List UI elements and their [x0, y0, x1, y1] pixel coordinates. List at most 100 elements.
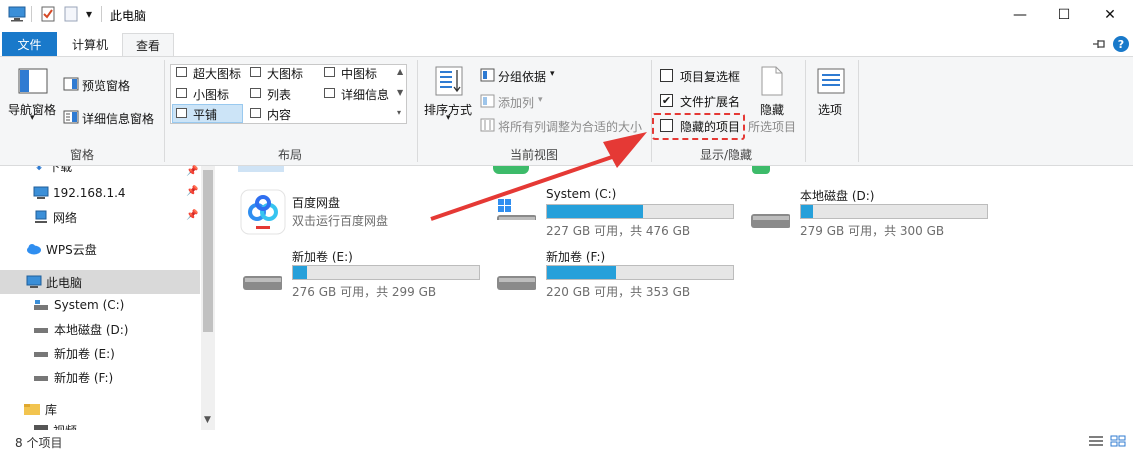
partial-row-remnant [238, 166, 358, 174]
show-hide-group-label: 显示/隐藏 [700, 148, 753, 162]
annotation-arrow [430, 132, 647, 221]
item-count: 8 个项目 [15, 436, 63, 450]
gallery-scroll-up-icon[interactable]: ▲ [397, 67, 403, 76]
details-icon [324, 88, 335, 98]
usage-bar-fill [801, 205, 813, 218]
panes-group-label: 窗格 [70, 148, 95, 162]
usage-bar [546, 265, 734, 280]
options-icon [817, 68, 845, 94]
ribbon-separator [417, 60, 418, 162]
nav-item-downloads[interactable]: ⬇ 下载 [0, 166, 200, 178]
ribbon-separator [858, 60, 859, 162]
nav-item-wps-cloud[interactable]: WPS云盘 [0, 237, 200, 261]
layout-content[interactable]: 内容 [267, 106, 291, 123]
layout-group-label: 布局 [278, 148, 303, 162]
qat-dropdown-icon[interactable]: ▾ [86, 7, 92, 21]
cloud-icon [27, 244, 41, 255]
tile-subtitle: 276 GB 可用，共 299 GB [292, 285, 437, 299]
nav-item-new-volume-f[interactable]: 新加卷 (F:) [0, 365, 200, 389]
minimize-button[interactable]: — [997, 0, 1043, 30]
add-column-dropdown-icon[interactable]: ▾ [538, 95, 543, 105]
tiles-icon [176, 108, 187, 118]
preview-pane-icon [63, 77, 79, 91]
sort-by-icon [435, 66, 463, 96]
layout-small-icons[interactable]: 小图标 [193, 86, 229, 103]
options-button[interactable]: 选项 [818, 101, 842, 118]
tile-name: 本地磁盘 (D:) [800, 189, 875, 203]
extra-large-icons-icon [176, 67, 187, 77]
system-drive-icon [34, 300, 48, 310]
details-pane-button[interactable]: 详细信息窗格 [82, 110, 154, 127]
navigation-pane-icon [18, 68, 48, 94]
nav-item-new-volume-e[interactable]: 新加卷 (E:) [0, 341, 200, 365]
layout-extra-large-icons[interactable]: 超大图标 [193, 65, 241, 82]
computer-icon[interactable] [8, 6, 26, 22]
group-by-dropdown-icon[interactable]: ▾ [550, 69, 555, 79]
nav-item-network-location[interactable]: 192.168.1.4 [0, 181, 200, 205]
window-title: 此电脑 [110, 9, 147, 23]
usage-bar-fill [293, 266, 307, 279]
tile-subtitle: 双击运行百度网盘 [292, 214, 389, 228]
nav-pane-dropdown-icon[interactable]: ▾ [30, 113, 35, 123]
qat-divider [31, 6, 32, 22]
gallery-more-icon[interactable]: ▾ [397, 108, 401, 117]
tab-computer[interactable]: 计算机 [62, 33, 118, 56]
drive-icon [751, 214, 790, 228]
hide-selected-button-label-2: 所选项目 [748, 120, 797, 134]
layout-list[interactable]: 列表 [267, 86, 291, 103]
tile-subtitle: 220 GB 可用，共 353 GB [546, 285, 691, 299]
properties-icon[interactable] [41, 6, 56, 22]
usage-bar-fill [547, 266, 616, 279]
pin-icon[interactable]: 📌 [186, 210, 198, 221]
pin-icon[interactable]: 📌 [186, 166, 198, 177]
status-bar [0, 430, 1133, 454]
tile-subtitle: 279 GB 可用，共 300 GB [800, 224, 945, 238]
nav-item-network[interactable]: 网络 [0, 205, 200, 229]
nav-item-this-pc[interactable]: 此电脑 [0, 270, 200, 294]
add-column-icon [480, 94, 495, 108]
drive-icon [243, 276, 282, 290]
tab-view[interactable]: 查看 [122, 33, 174, 56]
hidden-items-highlight-box [652, 113, 745, 140]
this-pc-icon [26, 275, 42, 288]
tile-name: 新加卷 (F:) [546, 250, 606, 264]
help-icon[interactable]: ? [1113, 36, 1129, 52]
ribbon-separator [164, 60, 165, 162]
file-extensions-label: 文件扩展名 [680, 95, 741, 109]
layout-medium-icons[interactable]: 中图标 [341, 65, 377, 82]
nav-scrollbar-thumb[interactable] [203, 170, 213, 332]
preview-pane-button[interactable]: 预览窗格 [82, 77, 130, 94]
network-icon [35, 210, 47, 223]
drive-icon [34, 352, 48, 357]
group-by-icon [480, 68, 495, 82]
nav-item-videos[interactable]: 视频 [0, 420, 200, 430]
gallery-scroll-down-icon[interactable]: ▼ [397, 88, 403, 97]
maximize-button[interactable]: ☐ [1041, 0, 1087, 30]
layout-large-icons[interactable]: 大图标 [267, 65, 303, 82]
large-icons-view-icon[interactable] [1110, 435, 1126, 447]
details-view-icon[interactable] [1088, 435, 1104, 447]
usage-bar [292, 265, 480, 280]
baidu-netdisk-icon [240, 189, 286, 235]
nav-item-libraries[interactable]: 库 [0, 397, 200, 421]
close-button[interactable]: ✕ [1087, 0, 1133, 30]
item-checkboxes-label: 项目复选框 [680, 70, 741, 84]
pin-icon[interactable]: 📌 [186, 186, 198, 197]
layout-tiles[interactable]: 平铺 [193, 106, 217, 123]
group-by-button[interactable]: 分组依据 [498, 68, 546, 85]
add-column-button[interactable]: 添加列 [498, 94, 534, 111]
item-checkboxes-checkbox[interactable] [660, 69, 673, 82]
nav-item-system-c[interactable]: System (C:) [0, 293, 200, 317]
scroll-down-icon[interactable]: ▼ [204, 415, 211, 425]
new-folder-icon[interactable] [64, 6, 78, 22]
layout-details[interactable]: 详细信息 [341, 86, 389, 103]
nav-item-local-disk-d[interactable]: 本地磁盘 (D:) [0, 317, 200, 341]
pin-ribbon-icon[interactable] [1092, 38, 1106, 50]
ribbon-separator [805, 60, 806, 162]
hide-selected-icon [761, 66, 783, 96]
usage-bar [800, 204, 988, 219]
hide-selected-button[interactable]: 隐藏 [760, 101, 784, 118]
file-extensions-checkbox[interactable]: ✔ [660, 94, 673, 107]
details-pane-icon [63, 110, 79, 124]
tab-file[interactable]: 文件 [2, 32, 57, 56]
